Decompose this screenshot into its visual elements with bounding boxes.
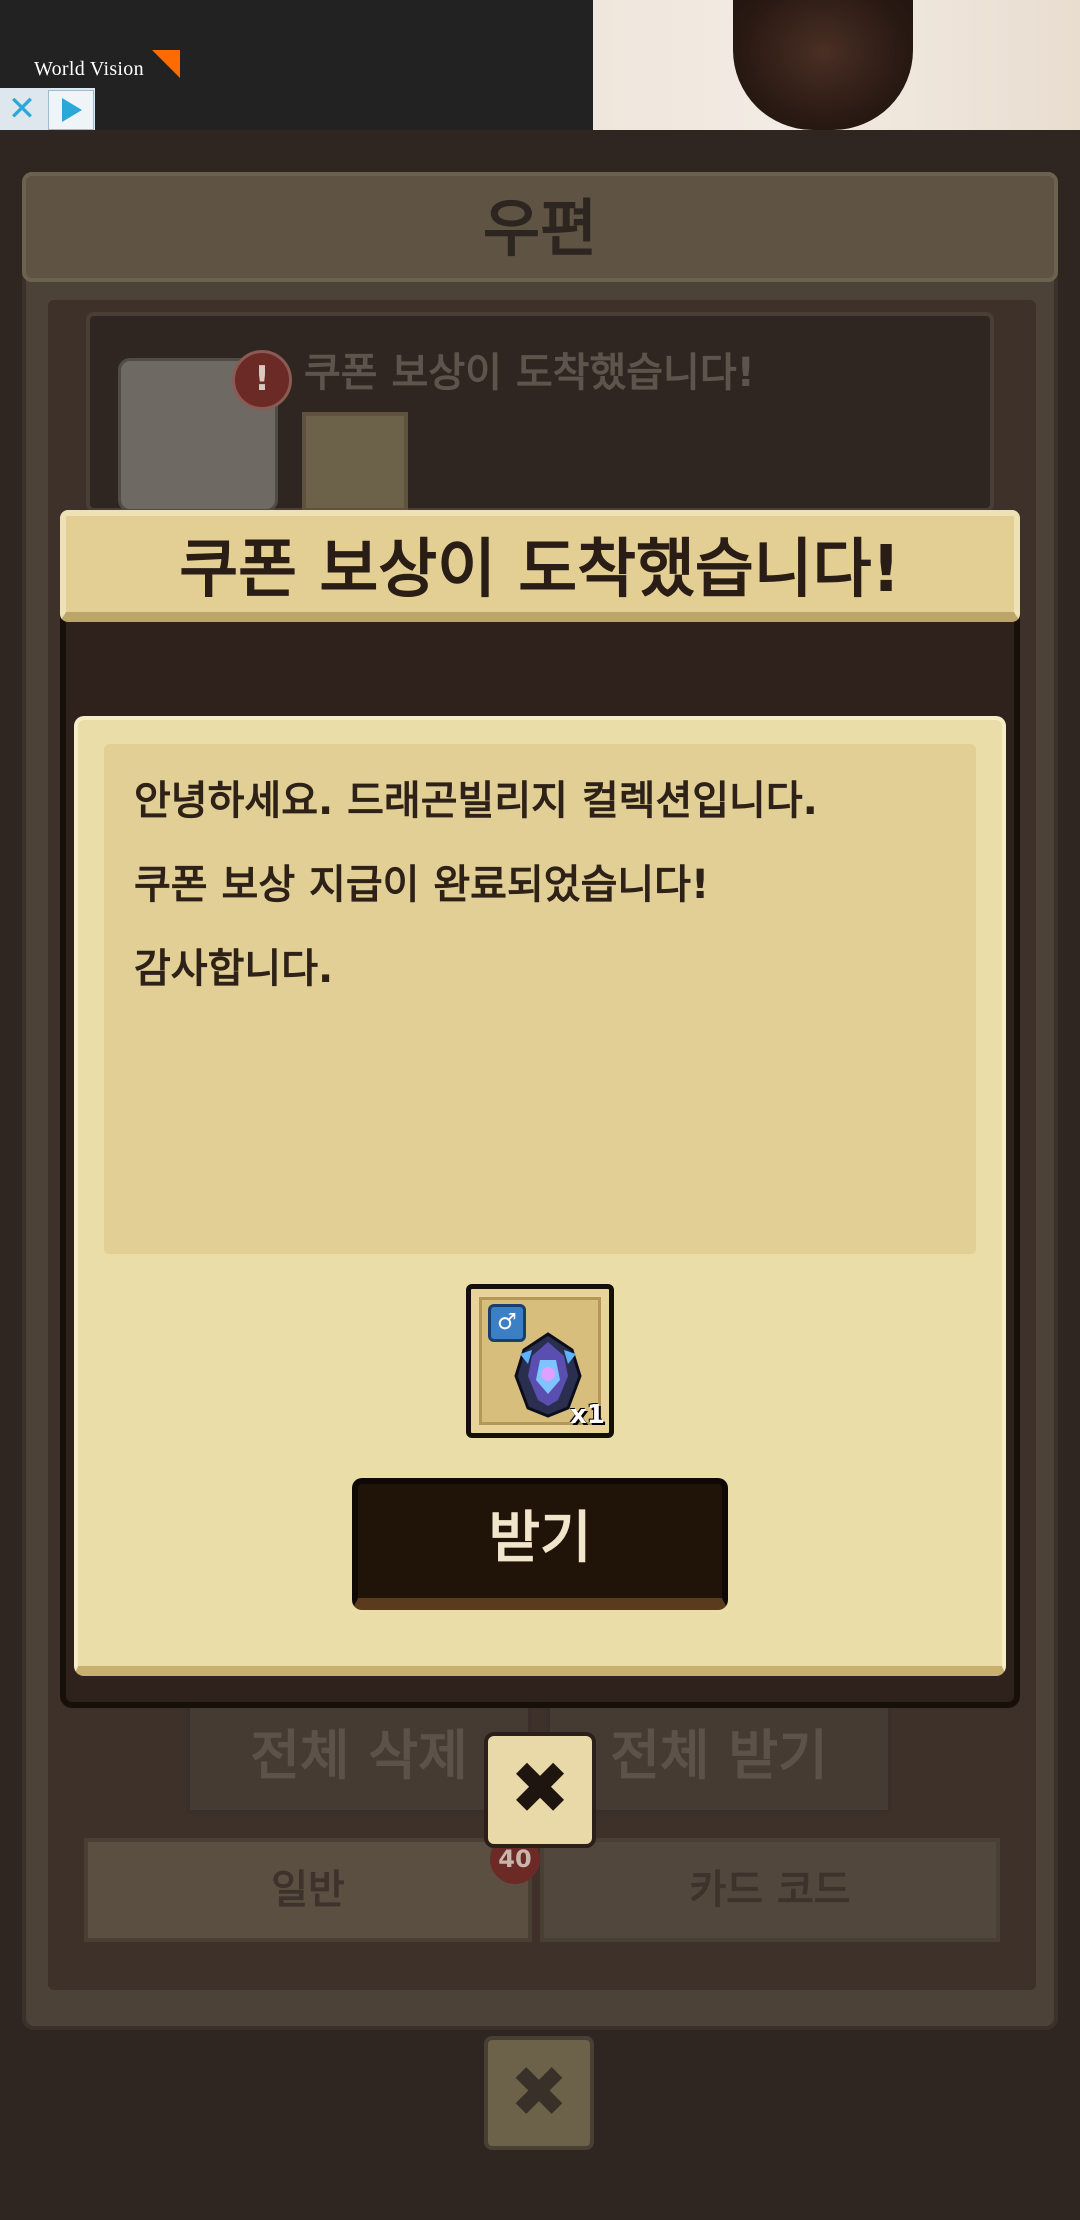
- tab-card-code-label: 카드 코드: [689, 1867, 851, 1913]
- delete-all-button[interactable]: 전체 삭제: [186, 1700, 532, 1814]
- ad-brand-logo: World Vision: [34, 58, 144, 80]
- mailbox-title: 우편: [482, 192, 598, 265]
- reward-item-frame: ♂ x1: [479, 1297, 605, 1430]
- tab-general[interactable]: 일반: [84, 1838, 532, 1942]
- close-x-icon: ✖: [509, 2051, 569, 2133]
- receive-button[interactable]: 받기: [352, 1478, 728, 1610]
- ad-photo-child: [733, 0, 913, 130]
- reward-quantity: x1: [570, 1400, 605, 1430]
- message-line: 감사합니다.: [134, 946, 334, 992]
- mail-item-reward-thumb: [302, 412, 408, 512]
- play-triangle-icon[interactable]: [48, 90, 94, 130]
- ad-banner[interactable]: World Vision ✕: [0, 0, 1080, 130]
- message-line: 쿠폰 보상 지급이 완료되었습니다!: [134, 862, 710, 908]
- receive-all-button[interactable]: 전체 받기: [546, 1700, 892, 1814]
- reward-item[interactable]: ♂ x1: [466, 1284, 614, 1438]
- modal-close-button[interactable]: ✖: [484, 1732, 596, 1848]
- delete-all-label: 전체 삭제: [250, 1724, 468, 1787]
- receive-all-label: 전체 받기: [610, 1724, 828, 1787]
- ad-image[interactable]: [593, 0, 1080, 130]
- message-line: 안녕하세요. 드래곤빌리지 컬렉션입니다.: [134, 778, 818, 824]
- ad-logo-mark: [152, 50, 180, 78]
- receive-button-label: 받기: [488, 1506, 592, 1571]
- gender-male-icon: ♂: [488, 1304, 526, 1342]
- mailbox-close-button[interactable]: ✖: [484, 2036, 594, 2150]
- tab-general-label: 일반: [271, 1867, 345, 1913]
- close-icon[interactable]: ✕: [0, 88, 44, 130]
- alert-icon: !: [232, 350, 292, 410]
- modal-title: 쿠폰 보상이 도착했습니다!: [179, 533, 901, 607]
- mail-item-title: 쿠폰 보상이 도착했습니다!: [304, 350, 755, 396]
- tab-card-code[interactable]: 카드 코드: [540, 1838, 1000, 1942]
- close-x-icon: ✖: [509, 1746, 571, 1830]
